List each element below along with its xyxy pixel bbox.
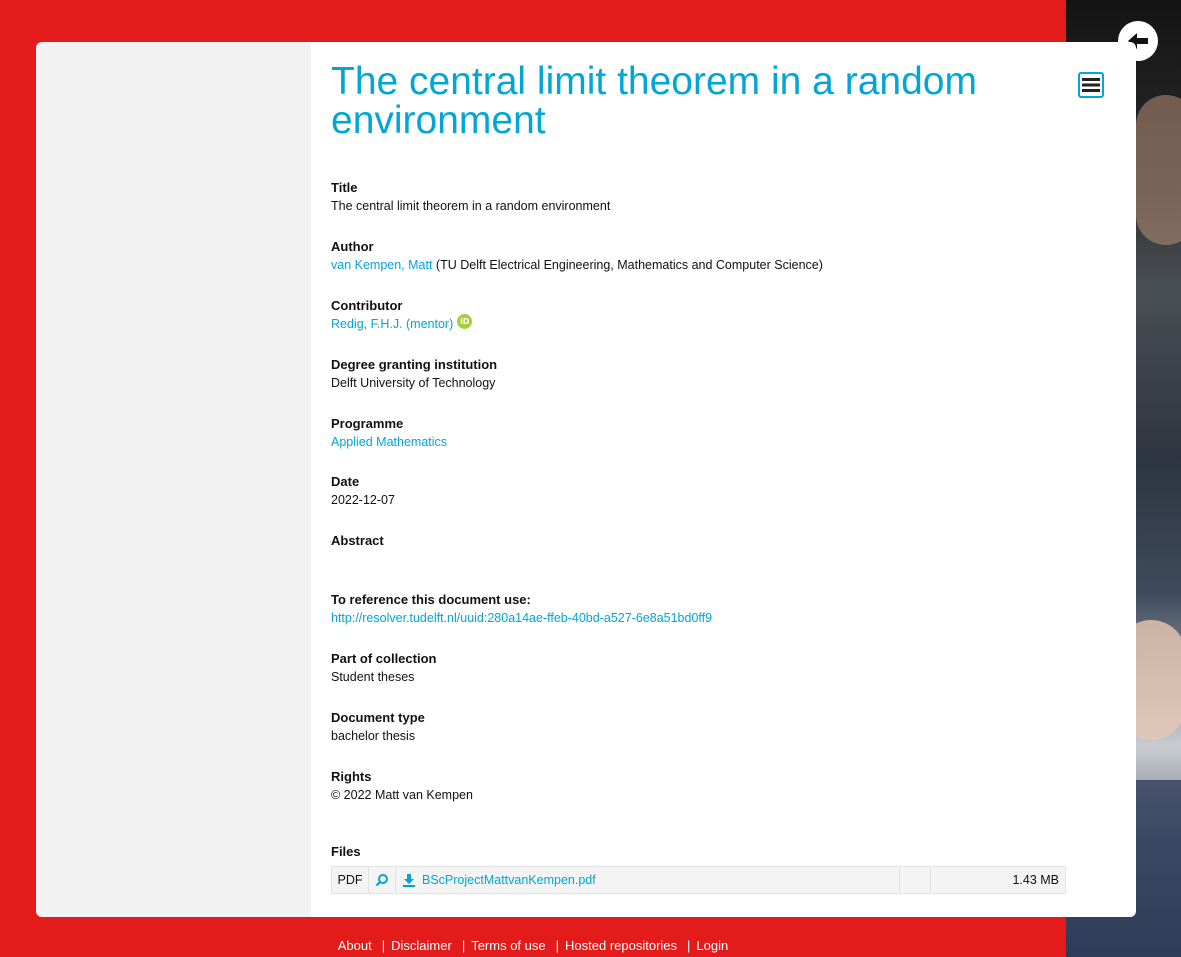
footer-link-hosted[interactable]: Hosted repositories [565, 938, 677, 953]
footer-link-login[interactable]: Login [696, 938, 728, 953]
metadata-list: Title The central limit theorem in a ran… [331, 180, 1091, 828]
content: The central limit theorem in a random en… [331, 42, 1091, 140]
field-label: Title [331, 180, 358, 195]
field-document-type: Document type bachelor thesis [331, 710, 1091, 769]
main-card: The central limit theorem in a random en… [36, 42, 1136, 917]
field-value: Student theses [331, 670, 415, 685]
preview-button[interactable] [369, 867, 396, 893]
footer-link-disclaimer[interactable]: Disclaimer [391, 938, 452, 953]
footer-link-terms[interactable]: Terms of use [471, 938, 545, 953]
file-size: 1.43 MB [1012, 873, 1059, 887]
hamburger-menu-icon [1082, 78, 1100, 92]
file-row: PDF BScProjectMattvanKempen.pdf 1.43 MB [331, 866, 1066, 894]
field-institution: Degree granting institution Delft Univer… [331, 357, 1091, 416]
field-value: bachelor thesis [331, 729, 416, 744]
field-author: Author van Kempen, Matt (TU Delft Electr… [331, 239, 1091, 298]
download-icon [403, 874, 415, 887]
field-value: Delft University of Technology [331, 375, 496, 390]
file-type: PDF [332, 867, 369, 893]
files-label: Files [331, 844, 361, 859]
field-title: Title The central limit theorem in a ran… [331, 180, 1091, 239]
field-value: Redig, F.H.J. (mentor) iD [331, 313, 1091, 334]
field-label: Date [331, 474, 360, 490]
magnifier-icon [375, 874, 388, 887]
field-value: The central limit theorem in a random en… [331, 199, 611, 213]
resolver-link[interactable]: http://resolver.tudelft.nl/uuid:280a14ae… [331, 611, 712, 625]
field-rights: Rights © 2022 Matt van Kempen [331, 769, 1091, 828]
field-date: Date 2022-12-07 [331, 474, 1091, 533]
field-label: Abstract [331, 533, 384, 549]
field-label: Programme [331, 415, 404, 431]
field-label: Rights [331, 768, 372, 784]
field-label: Contributor [331, 297, 403, 313]
field-label: To reference this document use: [331, 592, 531, 608]
field-label: Document type [331, 710, 425, 726]
contributor-link[interactable]: Redig, F.H.J. (mentor) [331, 317, 453, 331]
footer-link-about[interactable]: About [338, 938, 372, 953]
field-label: Part of collection [331, 651, 437, 667]
files-section: Files PDF BScProjectMattvanKempen.pdf 1.… [331, 844, 1066, 894]
field-reference: To reference this document use: http://r… [331, 592, 1091, 651]
field-abstract: Abstract [331, 533, 1091, 592]
field-label: Author [331, 238, 374, 254]
file-download-link[interactable]: BScProjectMattvanKempen.pdf [422, 873, 596, 887]
footer: About | Disclaimer | Terms of use | Hosted rep… [337, 938, 729, 953]
field-value: 2022-12-07 [331, 493, 395, 508]
file-empty-cell [900, 867, 931, 893]
field-value: Applied Mathematics [331, 432, 1091, 452]
menu-button[interactable] [1078, 72, 1104, 98]
sidebar [36, 42, 311, 917]
field-value: © 2022 Matt van Kempen [331, 787, 473, 802]
programme-link[interactable]: Applied Mathematics [331, 435, 447, 449]
orcid-icon[interactable]: iD [457, 313, 473, 329]
field-programme: Programme Applied Mathematics [331, 416, 1091, 475]
field-value: van Kempen, Matt (TU Delft Electrical En… [331, 255, 1091, 275]
field-collection: Part of collection Student theses [331, 651, 1091, 710]
field-value: http://resolver.tudelft.nl/uuid:280a14ae… [331, 608, 1091, 628]
author-affiliation: (TU Delft Electrical Engineering, Mathem… [432, 257, 823, 272]
field-label: Degree granting institution [331, 356, 498, 372]
author-link[interactable]: van Kempen, Matt [331, 258, 432, 272]
field-contributor: Contributor Redig, F.H.J. (mentor) iD [331, 298, 1091, 357]
page-title: The central limit theorem in a random en… [331, 60, 977, 142]
file-name-cell[interactable]: BScProjectMattvanKempen.pdf [396, 867, 900, 893]
